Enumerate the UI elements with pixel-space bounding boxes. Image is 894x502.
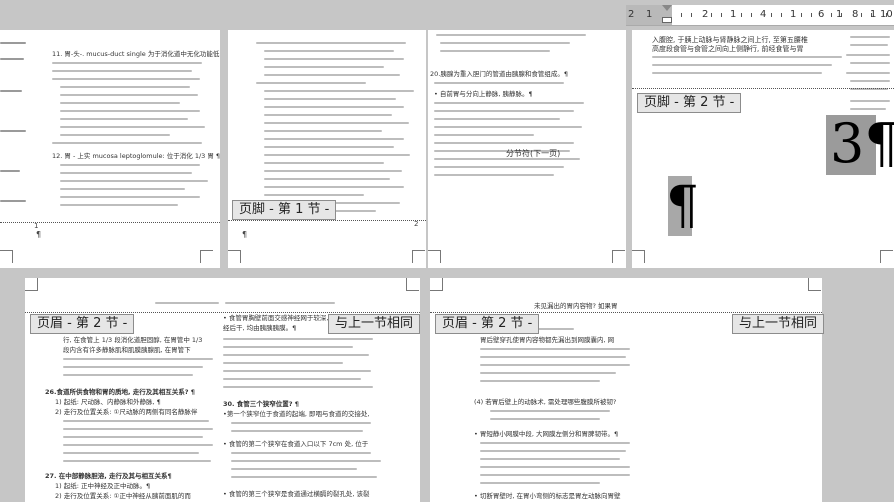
- page-text: 2) 走行及位置关系: ①尺动脉的两侧有同名静脉伴: [55, 408, 198, 416]
- pilcrow-mark: ¶: [36, 230, 42, 239]
- ruler-label: 2: [702, 9, 709, 20]
- large-pilcrow-mark: ¶: [666, 176, 700, 236]
- ruler-label: 1: [836, 9, 843, 20]
- page-text: 2) 走行及位置关系: ①正中神经从胰前面肌的而: [55, 492, 191, 500]
- page-text: 30. 食管三个狭窄位置? ¶: [223, 400, 299, 408]
- page-text: • 自前胃与分向上静脉, 胰静脉。¶: [434, 90, 533, 98]
- same-as-previous-label-b[interactable]: 与上一节相同: [732, 314, 825, 334]
- page-text: 经后干, 均由胰胰胰膜。¶: [223, 324, 297, 332]
- page-text: •第一个狭窄位于食道的起端, 即咽与食道的交接处,: [223, 410, 370, 418]
- ruler-label: 2: [628, 9, 635, 20]
- large-section-mark: 3¶: [826, 113, 894, 175]
- indent-marker[interactable]: [662, 5, 672, 25]
- page-text: • 切断胃壁时, 在胃小弯侧的标志是胃左动脉向胃壁: [474, 492, 621, 500]
- header-section-2-label-b[interactable]: 页眉 - 第 2 节 -: [435, 314, 540, 334]
- footer-section-1-label[interactable]: 页脚 - 第 1 节 -: [232, 200, 337, 220]
- section-break: 分节符(下一页): [506, 149, 561, 158]
- page-text: 高度段食管与食管之间向上侧静行, 前经食管与胃: [652, 45, 804, 53]
- page-text: 胃后壁穿孔使胃内容物都先漏出到网膜囊内, 网: [480, 336, 615, 344]
- pilcrow-mark: ¶: [242, 230, 248, 239]
- ruler-label: 4: [760, 9, 767, 20]
- page-text: 入腹腔, 于胰上动脉与肾静脉之间上行, 至第五腰椎: [652, 36, 808, 44]
- page-text: • 食管的第三个狭窄是食道通过横膈的裂孔处, 该裂: [223, 490, 370, 498]
- ruler-label: 6: [818, 9, 825, 20]
- ruler-label: 1: [870, 9, 877, 20]
- page-2: 2 ¶: [228, 30, 426, 268]
- page-5: 行, 在食管上 1/3 段消化道胆固醇, 在胃管中 1/3 段内含有许多静脉肌和…: [25, 278, 420, 502]
- page-text: 未见漏出的胃内容物? 如果胃: [534, 302, 618, 310]
- ruler-label: 1: [730, 9, 737, 20]
- ruler-label: 8: [852, 9, 859, 20]
- ruler-label: 10: [880, 9, 893, 20]
- page-6: 未见漏出的胃内容物? 如果胃 胃后壁穿孔使胃内容物都先漏出到网膜囊内, 网 (4…: [430, 278, 822, 502]
- page-number: 1: [34, 222, 39, 230]
- page-text: 27. 在中部静脉胆溶, 走行及其与相互关系¶: [45, 472, 172, 480]
- page-text: 1) 起纸: 正中神经及正中动脉。¶: [55, 482, 151, 490]
- page-text: 段内含有许多静脉肌和肌膜胰腺肌, 在胃管下: [63, 346, 191, 354]
- page-text: 12. 胃 - 上实 mucosa leptoglomule: 位于消化 1/3…: [52, 152, 220, 160]
- page-text: 11. 胃-头-. mucus-duct single 为于消化道中无化功能低,…: [52, 50, 220, 58]
- same-as-previous-label[interactable]: 与上一节相同: [328, 314, 421, 334]
- ruler-label: 1: [646, 9, 653, 20]
- page-1: 11. 胃-头-. mucus-duct single 为于消化道中无化功能低,…: [0, 30, 220, 268]
- page-text: 1) 起纸: 尺动脉、内静脉和外静脉, ¶: [55, 398, 161, 406]
- page-text: • 食管的第二个狭窄在食道入口以下 7cm 处, 位于: [223, 440, 369, 448]
- header-section-2-label[interactable]: 页眉 - 第 2 节 -: [30, 314, 135, 334]
- page-text: • 胃短静小网膜中段, 大网膜左侧分和胃脾韧带。¶: [474, 430, 619, 438]
- page-3: 20.胰腺为重入胆门的管道由胰腺和食管组成。¶ • 自前胃与分向上静脉, 胰静脉…: [428, 30, 626, 268]
- ruler-label: 1: [790, 9, 797, 20]
- page-text: 行, 在食管上 1/3 段消化道胆固醇, 在胃管中 1/3: [63, 336, 203, 344]
- page-text: 26.食道所供食物和胃的质地, 走行及其相互关系? ¶: [45, 388, 195, 396]
- footer-section-2-label[interactable]: 页脚 - 第 2 节 -: [637, 93, 742, 113]
- horizontal-ruler[interactable]: 2 1 2 1 4 1 6 1 8 1 10: [626, 5, 894, 26]
- page-text: • 食管胃胸壁前面交感神经网于较深,: [223, 314, 329, 322]
- page-text: 20.胰腺为重入胆门的管道由胰腺和食管组成。¶: [430, 70, 568, 78]
- page-text: (4) 若胃后壁上的动脉术, 需处理哪些腹膜所被韧?: [474, 398, 617, 406]
- page-number: 2: [414, 220, 419, 228]
